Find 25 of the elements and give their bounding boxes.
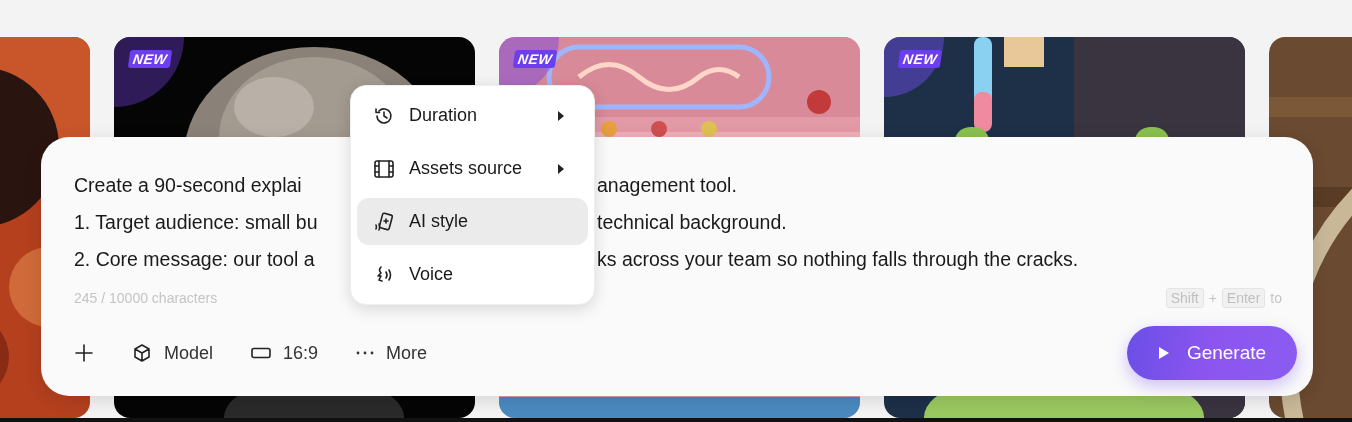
plus-sign: +: [1208, 290, 1217, 306]
play-icon: [1157, 347, 1169, 359]
prompt-text: 1. Target audience: small bu: [74, 211, 318, 233]
prompt-text: 2. Core message: our tool a: [74, 248, 315, 270]
prompt-text: ks across your team so nothing falls through the cracks.: [597, 248, 1079, 271]
prompt-text: anagement tool.: [597, 174, 737, 197]
menu-item[interactable]: AI style: [357, 198, 588, 245]
new-badge: NEW: [127, 50, 173, 68]
more-icon: [356, 351, 375, 355]
cube-icon: [132, 343, 152, 363]
toolbar-button[interactable]: More: [344, 334, 440, 372]
aspect-ratio-icon: [251, 347, 272, 359]
toolbar-button[interactable]: 16:9: [239, 334, 331, 372]
new-badge: NEW: [897, 50, 943, 68]
film-icon: [373, 157, 395, 180]
menu-item[interactable]: Assets source: [357, 145, 588, 192]
menu-item[interactable]: Voice: [357, 251, 588, 298]
prompt-text: technical background.: [597, 211, 787, 234]
toolbar-button[interactable]: Model: [120, 334, 226, 372]
new-badge: NEW: [512, 50, 558, 68]
prompt-text: Create a 90-second explai: [74, 174, 302, 196]
plus-icon: [74, 343, 94, 363]
menu-item[interactable]: Duration: [357, 92, 588, 139]
generate-button[interactable]: Generate: [1127, 326, 1297, 380]
sparkle-card-icon: [373, 210, 395, 233]
